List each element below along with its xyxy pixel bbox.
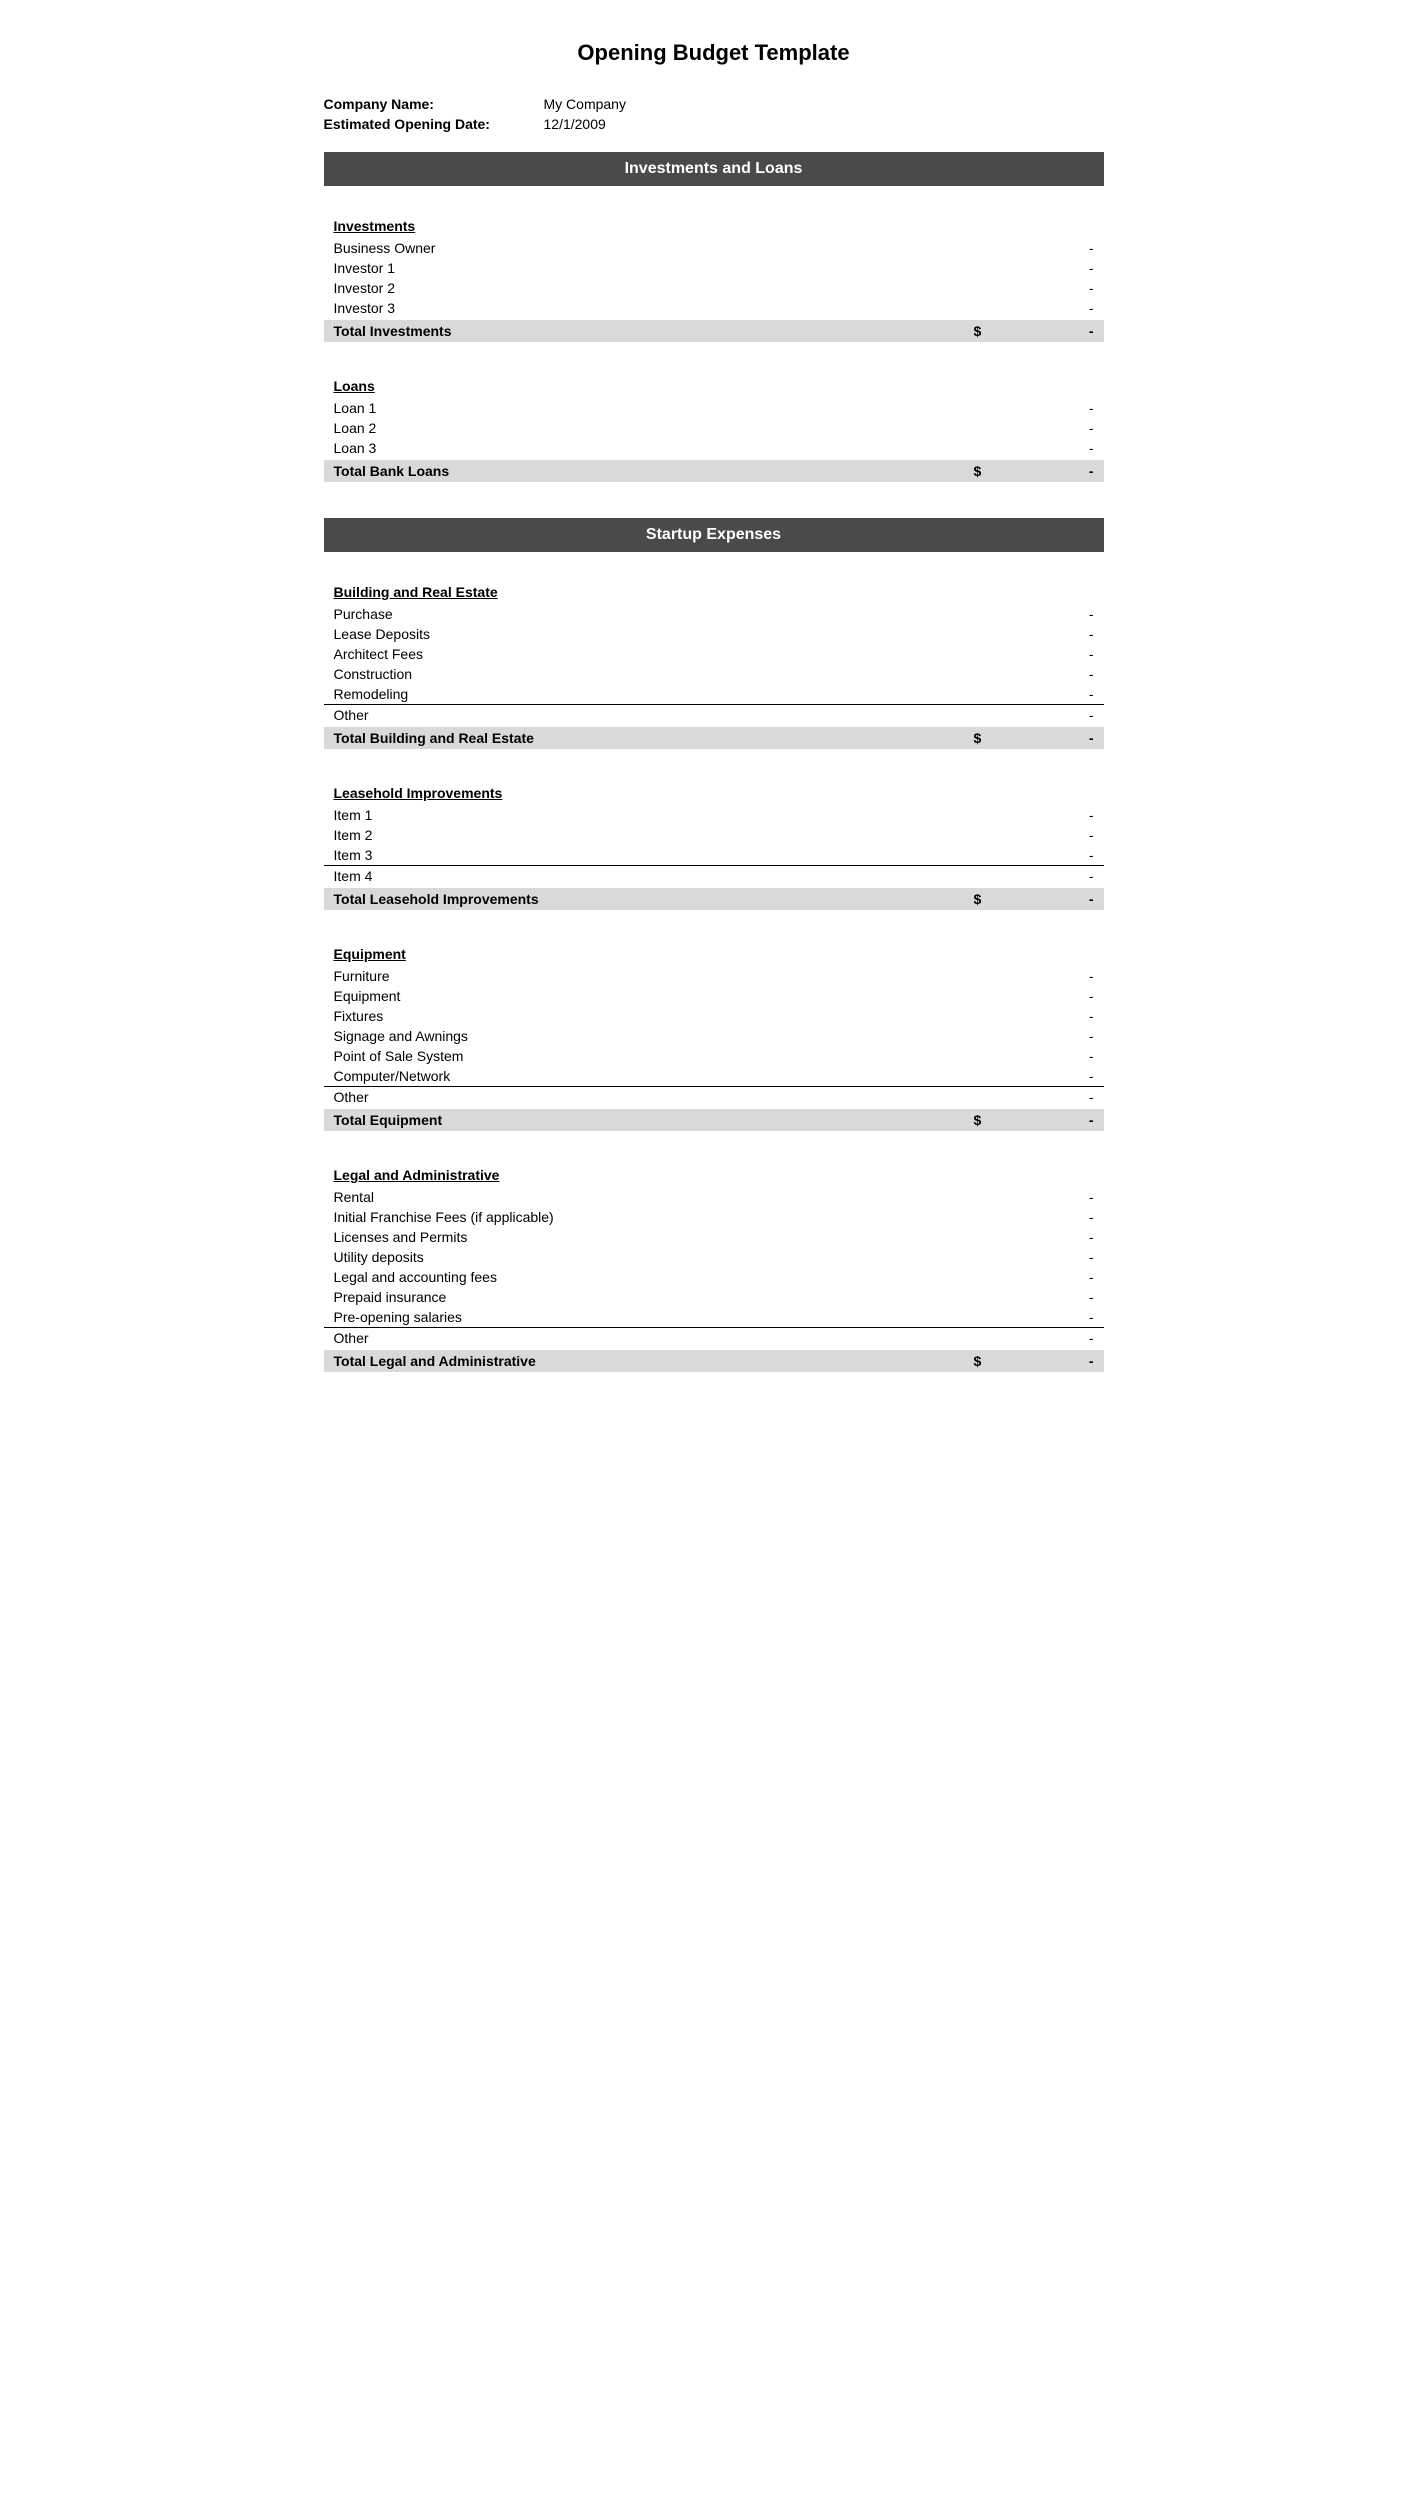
company-info: Company Name: My Company Estimated Openi… [324, 96, 1104, 132]
list-item: Licenses and Permits - [324, 1227, 1104, 1247]
investments-title: Investments [324, 218, 1104, 234]
legal-block: Legal and Administrative Rental - Initia… [324, 1151, 1104, 1372]
total-legal-row: Total Legal and Administrative $ - [324, 1350, 1104, 1372]
list-item: Investor 3 - [324, 298, 1104, 318]
list-item: Other - [324, 1086, 1104, 1107]
list-item: Loan 3 - [324, 438, 1104, 458]
opening-date-label: Estimated Opening Date: [324, 116, 544, 132]
list-item: Prepaid insurance - [324, 1287, 1104, 1307]
legal-title: Legal and Administrative [324, 1167, 1104, 1183]
total-loans-row: Total Bank Loans $ - [324, 460, 1104, 482]
investments-loans-header: Investments and Loans [324, 152, 1104, 186]
leasehold-block: Leasehold Improvements Item 1 - Item 2 -… [324, 769, 1104, 910]
list-item: Other - [324, 704, 1104, 725]
list-item: Loan 1 - [324, 398, 1104, 418]
list-item: Item 2 - [324, 825, 1104, 845]
list-item: Legal and accounting fees - [324, 1267, 1104, 1287]
list-item: Item 3 - [324, 845, 1104, 865]
building-title: Building and Real Estate [324, 584, 1104, 600]
list-item: Utility deposits - [324, 1247, 1104, 1267]
list-item: Initial Franchise Fees (if applicable) - [324, 1207, 1104, 1227]
list-item: Item 4 - [324, 865, 1104, 886]
equipment-block: Equipment Furniture - Equipment - Fixtur… [324, 930, 1104, 1131]
total-equipment-row: Total Equipment $ - [324, 1109, 1104, 1131]
company-name-value: My Company [544, 96, 1104, 112]
startup-expenses-header: Startup Expenses [324, 518, 1104, 552]
equipment-title: Equipment [324, 946, 1104, 962]
list-item: Construction - [324, 664, 1104, 684]
list-item: Investor 1 - [324, 258, 1104, 278]
total-leasehold-row: Total Leasehold Improvements $ - [324, 888, 1104, 910]
investments-block: Investments Business Owner - Investor 1 … [324, 202, 1104, 342]
leasehold-title: Leasehold Improvements [324, 785, 1104, 801]
list-item: Computer/Network - [324, 1066, 1104, 1086]
list-item: Signage and Awnings - [324, 1026, 1104, 1046]
list-item: Architect Fees - [324, 644, 1104, 664]
list-item: Point of Sale System - [324, 1046, 1104, 1066]
list-item: Investor 2 - [324, 278, 1104, 298]
startup-expenses-section: Startup Expenses Building and Real Estat… [324, 518, 1104, 1372]
list-item: Furniture - [324, 966, 1104, 986]
total-investments-row: Total Investments $ - [324, 320, 1104, 342]
list-item: Item 1 - [324, 805, 1104, 825]
list-item: Other - [324, 1327, 1104, 1348]
list-item: Purchase - [324, 604, 1104, 624]
total-building-row: Total Building and Real Estate $ - [324, 727, 1104, 749]
investments-loans-section: Investments and Loans Investments Busine… [324, 152, 1104, 498]
loans-block: Loans Loan 1 - Loan 2 - Loan 3 - Total B… [324, 362, 1104, 498]
list-item: Remodeling - [324, 684, 1104, 704]
list-item: Loan 2 - [324, 418, 1104, 438]
list-item: Equipment - [324, 986, 1104, 1006]
company-name-label: Company Name: [324, 96, 544, 112]
opening-date-value: 12/1/2009 [544, 116, 1104, 132]
building-block: Building and Real Estate Purchase - Leas… [324, 568, 1104, 749]
loans-title: Loans [324, 378, 1104, 394]
list-item: Fixtures - [324, 1006, 1104, 1026]
list-item: Pre-opening salaries - [324, 1307, 1104, 1327]
list-item: Rental - [324, 1187, 1104, 1207]
list-item: Business Owner - [324, 238, 1104, 258]
page-title: Opening Budget Template [324, 40, 1104, 66]
list-item: Lease Deposits - [324, 624, 1104, 644]
